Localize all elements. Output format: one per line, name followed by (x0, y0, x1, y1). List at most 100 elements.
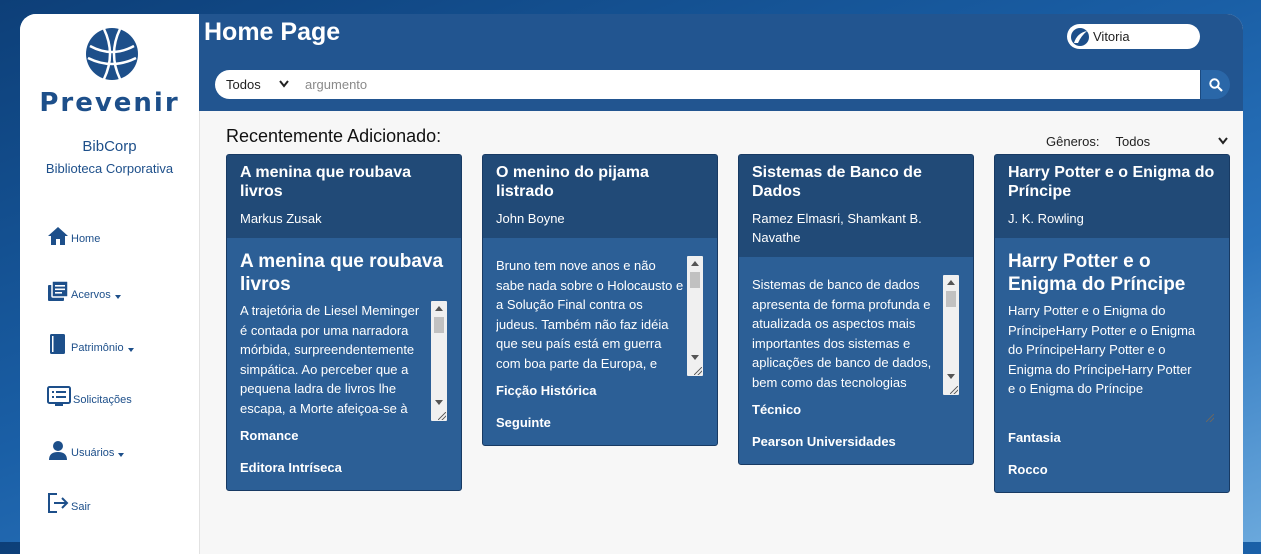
search-input[interactable] (295, 70, 1200, 99)
sidebar-item-home[interactable]: Home (47, 226, 100, 246)
sidebar-item-sair[interactable]: Sair (47, 492, 91, 514)
book-publisher: Pearson Universidades (752, 434, 896, 449)
book-title: Sistemas de Banco de Dados (752, 164, 922, 200)
chevron-down-icon (118, 453, 125, 457)
book-body-title: A menina que roubava livros (240, 251, 444, 295)
chevron-down-icon (114, 295, 121, 299)
genre-select-value: Todos (1115, 133, 1151, 149)
user-menu[interactable]: Vitoria (1067, 24, 1200, 49)
book-body-title: Harry Potter e o Enigma do Príncipe (1008, 251, 1186, 295)
app-frame: Prevenir BibCorp Biblioteca Corporativa … (20, 14, 1243, 554)
sidebar-item-patrimonio[interactable]: Patrimônio (47, 333, 134, 355)
book-card-header: A menina que roubava livros Markus Zusak (227, 155, 461, 238)
book-card-body: A menina que roubava livros A trajetória… (227, 250, 461, 477)
resize-handle-icon[interactable] (694, 367, 702, 375)
section-title: Recentemente Adicionado: (226, 126, 442, 146)
book-genre: Ficção Histórica (496, 383, 597, 398)
book-description-box[interactable]: Bruno tem nove anos e não sabe nada sobr… (496, 256, 705, 376)
scroll-thumb[interactable] (434, 317, 444, 333)
logout-icon (48, 493, 69, 513)
resize-handle-icon[interactable] (1206, 414, 1214, 422)
scroll-down-icon (435, 400, 443, 405)
book-description: Bruno tem nove anos e não sabe nada sobr… (496, 258, 684, 376)
book-author: Ramez Elmasri, Shamkant B. Navathe (752, 211, 922, 245)
book-title: O menino do pijama listrado (496, 164, 649, 200)
resize-handle-icon[interactable] (950, 386, 958, 394)
sidebar-item-usuarios[interactable]: Usuários (47, 440, 125, 460)
book-publisher: Editora Intríseca (240, 460, 342, 475)
book-card[interactable]: O menino do pijama listrado John Boyne B… (482, 154, 718, 446)
home-icon (48, 227, 68, 245)
library-subtitle: Biblioteca Corporativa (45, 161, 174, 176)
book-title: A menina que roubava livros (240, 164, 411, 200)
sidebar-item-label: Acervos (71, 289, 111, 301)
book-card-body: Bruno tem nove anos e não sabe nada sobr… (483, 256, 717, 432)
header: Home Page Vitoria Todos (199, 14, 1243, 111)
sidebar-item-label: Solicitações (73, 394, 132, 406)
book-card[interactable]: Sistemas de Banco de Dados Ramez Elmasri… (738, 154, 974, 465)
genre-filter-label: Gêneros: (1046, 133, 1100, 149)
user-name: Vitoria (1093, 29, 1130, 44)
book-description-box[interactable]: Sistemas de banco de dados apresenta de … (752, 275, 961, 395)
chevron-down-icon (127, 348, 134, 352)
list-icon (47, 386, 71, 406)
scroll-down-icon (691, 355, 699, 360)
sidebar-item-label: Sair (71, 501, 91, 513)
book-card-header: Harry Potter e o Enigma do Príncipe J. K… (995, 155, 1229, 238)
search-scope-value: Todos (226, 77, 261, 92)
library-name: BibCorp (82, 138, 137, 155)
book-publisher: Rocco (1008, 462, 1048, 477)
description-scrollbar[interactable] (687, 256, 703, 376)
page-title: Home Page (204, 18, 341, 46)
scroll-thumb[interactable] (946, 291, 956, 307)
sidebar-item-label: Patrimônio (71, 342, 124, 354)
book-description-box[interactable]: A trajetória de Liesel Meminger é contad… (240, 301, 449, 421)
scroll-up-icon (691, 261, 699, 266)
genre-select[interactable]: Todos (1106, 131, 1230, 151)
user-icon (49, 441, 67, 460)
search-button[interactable] (1200, 70, 1230, 99)
book-description-box[interactable]: Harry Potter e o Enigma do PríncipeHarry… (1008, 301, 1217, 423)
book-genre: Técnico (752, 402, 802, 417)
book-description: Harry Potter e o Enigma do PríncipeHarry… (1008, 303, 1196, 396)
book-card-header: Sistemas de Banco de Dados Ramez Elmasri… (739, 155, 973, 257)
book-genre: Romance (240, 428, 299, 443)
description-scrollbar[interactable] (431, 301, 447, 421)
book-card[interactable]: A menina que roubava livros Markus Zusak… (226, 154, 462, 491)
book-author: John Boyne (496, 211, 565, 226)
book-card-body: Sistemas de banco de dados apresenta de … (739, 275, 973, 451)
book-card-body: Harry Potter e o Enigma do Príncipe Harr… (995, 250, 1229, 479)
sidebar: Prevenir BibCorp Biblioteca Corporativa … (20, 14, 200, 554)
book-publisher: Seguinte (496, 415, 551, 430)
scroll-up-icon (947, 280, 955, 285)
scroll-down-icon (947, 374, 955, 379)
book-description: Sistemas de banco de dados apresenta de … (752, 277, 932, 395)
book-icon (50, 334, 65, 354)
search-bar: Todos (215, 70, 1230, 99)
main-content: Recentemente Adicionado: Gêneros: Todos … (199, 111, 1243, 554)
scroll-thumb[interactable] (690, 272, 700, 288)
description-scrollbar[interactable] (943, 275, 959, 395)
book-author: Markus Zusak (240, 211, 322, 226)
sidebar-item-solicitacoes[interactable]: Solicitações (47, 385, 132, 407)
book-title: Harry Potter e o Enigma do Príncipe (1008, 164, 1215, 200)
sidebar-item-label: Home (71, 233, 101, 245)
resize-handle-icon[interactable] (438, 412, 446, 420)
book-card-header: O menino do pijama listrado John Boyne (483, 155, 717, 238)
books-icon (48, 280, 69, 301)
brand-name: Prevenir (39, 88, 180, 118)
scroll-up-icon (435, 306, 443, 311)
search-icon (1208, 77, 1223, 92)
book-author: J. K. Rowling (1008, 211, 1084, 226)
chevron-down-icon (279, 80, 289, 88)
chevron-down-icon (1218, 137, 1229, 145)
sidebar-item-acervos[interactable]: Acervos (47, 280, 121, 302)
book-description: A trajetória de Liesel Meminger é contad… (240, 303, 420, 421)
search-input-wrap (295, 70, 1200, 99)
search-scope-select[interactable]: Todos (215, 70, 295, 99)
genre-filter: Gêneros: Todos (1046, 131, 1230, 151)
avatar (1071, 27, 1089, 46)
globe-logo-icon (86, 28, 138, 80)
book-card[interactable]: Harry Potter e o Enigma do Príncipe J. K… (994, 154, 1230, 493)
sidebar-item-label: Usuários (71, 447, 115, 459)
